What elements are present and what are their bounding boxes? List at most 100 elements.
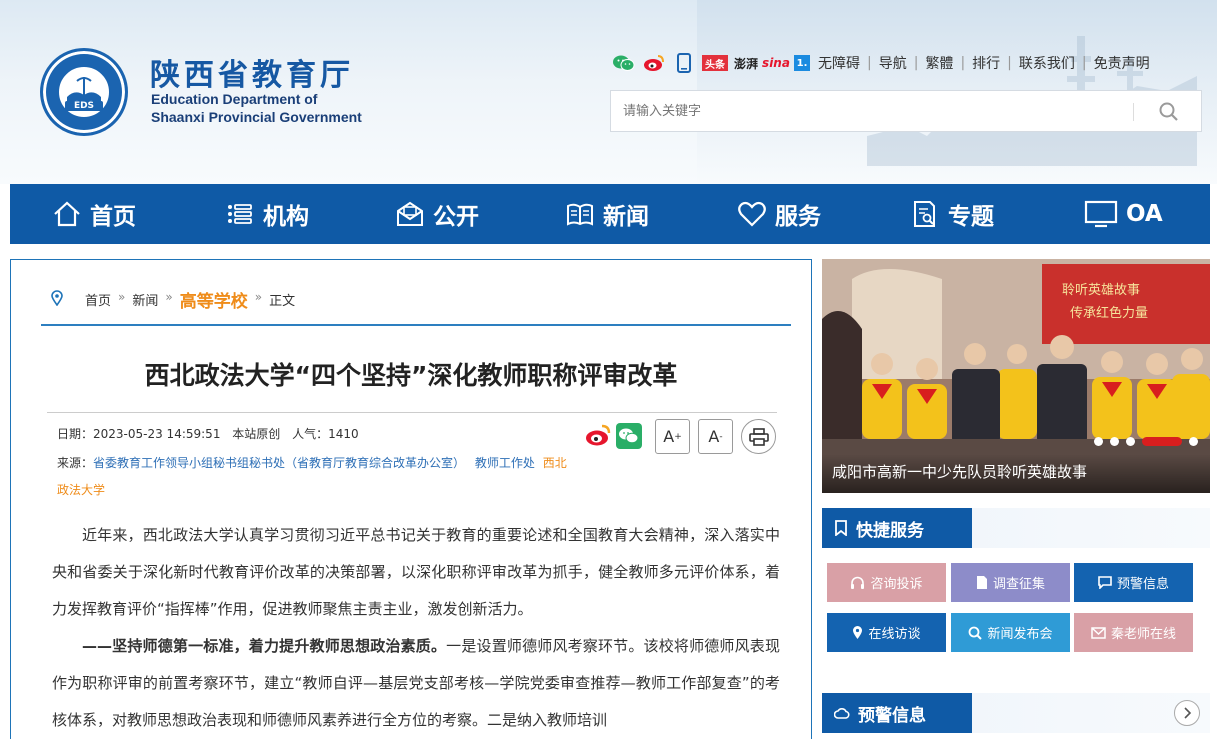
nav-topics[interactable]: 专题 bbox=[910, 184, 994, 244]
search-icon bbox=[1159, 102, 1178, 121]
breadcrumb-section[interactable]: 高等学校 bbox=[180, 287, 248, 312]
social-links: 头条 澎湃 sina 1. 无障碍 | 导航 | 繁體 | 排行 | 联系我们 | 免责声… bbox=[612, 53, 1150, 73]
search-button[interactable] bbox=[1151, 99, 1187, 125]
site-title-en-line1: Education Department of bbox=[151, 91, 318, 107]
site-title-en: Education Department of Shaanxi Provinci… bbox=[151, 90, 362, 126]
quick-consult-button[interactable]: 咨询投诉 bbox=[827, 563, 946, 602]
share-weibo-icon[interactable] bbox=[585, 423, 611, 451]
source-link-1[interactable]: 省委教育工作领导小组秘书组秘书处（省教育厅教育综合改革办公室） bbox=[93, 456, 465, 470]
slider-dot[interactable] bbox=[1110, 437, 1119, 446]
headset-icon bbox=[851, 576, 865, 589]
search-box bbox=[610, 90, 1202, 132]
mail-icon bbox=[1091, 626, 1106, 639]
warning-more-button[interactable] bbox=[1174, 700, 1200, 726]
link-contact[interactable]: 联系我们 bbox=[1019, 53, 1075, 73]
heart-icon bbox=[738, 201, 766, 227]
link-accessibility[interactable]: 无障碍 bbox=[818, 53, 860, 73]
sina-icon[interactable]: sina bbox=[762, 53, 790, 73]
quick-teacher-button[interactable]: 秦老师在线 bbox=[1074, 613, 1193, 652]
thepaper-icon[interactable]: 澎湃 bbox=[734, 53, 758, 73]
search-icon bbox=[969, 626, 983, 640]
mobile-icon[interactable] bbox=[672, 53, 696, 73]
article-paragraph-2-heading: ——坚持师德第一标准，着力提升教师思想政治素质。 bbox=[82, 637, 447, 655]
nav-public[interactable]: 公开 bbox=[395, 184, 479, 244]
search-divider bbox=[1133, 103, 1134, 121]
nav-institutions[interactable]: 机构 bbox=[225, 184, 309, 244]
link-ranking[interactable]: 排行 bbox=[972, 53, 1000, 73]
print-button[interactable] bbox=[741, 419, 776, 454]
document-search-icon bbox=[914, 201, 935, 227]
weibo-icon[interactable] bbox=[642, 53, 666, 73]
wechat-icon[interactable] bbox=[612, 53, 636, 73]
font-smaller-label: A bbox=[708, 427, 720, 446]
font-smaller-button[interactable]: A- bbox=[698, 419, 733, 454]
font-bigger-label: A bbox=[663, 427, 675, 446]
quick-services-tab: 快捷服务 bbox=[822, 508, 972, 548]
monitor-icon bbox=[1084, 200, 1118, 228]
warning-title: 预警信息 bbox=[858, 705, 926, 726]
slider-caption[interactable]: 咸阳市高新一中少先队员聆听英雄故事 bbox=[822, 454, 1210, 493]
slider-banner-line2: 传承红色力量 bbox=[1070, 305, 1148, 321]
slider-dots bbox=[1094, 437, 1198, 446]
site-logo[interactable]: EDS bbox=[40, 48, 128, 136]
main-nav: 首页 机构 公开 新闻 服务 专题 OA bbox=[10, 184, 1210, 244]
breadcrumb-current: 正文 bbox=[269, 294, 296, 309]
nav-news[interactable]: 新闻 bbox=[565, 184, 649, 244]
site-title-cn[interactable]: 陕西省教育厅 bbox=[150, 50, 354, 94]
news-slider[interactable]: 聆听英雄故事 传承红色力量 咸阳市高新一中少先队员聆听英雄故事 bbox=[822, 259, 1210, 493]
location-icon bbox=[853, 626, 863, 639]
link-traditional[interactable]: 繁體 bbox=[925, 53, 953, 73]
printer-icon bbox=[748, 427, 769, 446]
quick-services-title: 快捷服务 bbox=[856, 520, 924, 541]
breadcrumb: 首页 » 新闻 » 高等学校 » 正文 bbox=[41, 290, 791, 326]
nav-services[interactable]: 服务 bbox=[737, 184, 821, 244]
nav-news-label: 新闻 bbox=[603, 204, 649, 230]
nav-home[interactable]: 首页 bbox=[52, 184, 136, 244]
search-input[interactable] bbox=[623, 101, 1123, 121]
yidian-icon[interactable]: 1. bbox=[794, 55, 810, 71]
quick-survey-button[interactable]: 调查征集 bbox=[951, 563, 1070, 602]
link-navigation[interactable]: 导航 bbox=[879, 53, 907, 73]
breadcrumb-news[interactable]: 新闻 bbox=[132, 290, 158, 309]
message-icon bbox=[1098, 576, 1112, 589]
slider-dot[interactable] bbox=[1094, 437, 1103, 446]
nav-oa[interactable]: OA bbox=[1084, 184, 1163, 244]
source-label: 来源： bbox=[57, 456, 94, 470]
quick-consult-label: 咨询投诉 bbox=[870, 577, 923, 592]
article-meta: 日期：2023-05-23 14:59:51 本站原创 人气：1410 来源：省… bbox=[47, 412, 777, 502]
envelope-open-icon bbox=[397, 201, 423, 226]
nav-services-label: 服务 bbox=[775, 204, 821, 230]
nav-topics-label: 专题 bbox=[948, 204, 994, 230]
quick-teacher-label: 秦老师在线 bbox=[1110, 627, 1176, 642]
breadcrumb-home[interactable]: 首页 bbox=[85, 290, 111, 309]
quick-survey-label: 调查征集 bbox=[992, 577, 1045, 592]
slider-banner-line1: 聆听英雄故事 bbox=[1062, 283, 1140, 298]
font-bigger-button[interactable]: A + bbox=[655, 419, 690, 454]
share-wechat-icon[interactable] bbox=[616, 423, 642, 453]
article-paragraph-2: ——坚持师德第一标准，着力提升教师思想政治素质。一是设置师德师风考察环节。该校将… bbox=[52, 628, 780, 739]
article-panel: 首页 » 新闻 » 高等学校 » 正文 西北政法大学“四个坚持”深化教师职称评审… bbox=[10, 259, 812, 739]
source-link-2[interactable]: 教师工作处 bbox=[475, 456, 535, 470]
toutiao-icon[interactable]: 头条 bbox=[702, 55, 728, 71]
source-line: 来源：省委教育工作领导小组秘书组秘书处（省教育厅教育综合改革办公室） 教师工作处… bbox=[57, 450, 577, 504]
slider-dot-active[interactable] bbox=[1142, 437, 1182, 446]
link-disclaimer[interactable]: 免责声明 bbox=[1094, 53, 1150, 73]
quick-press-button[interactable]: 新闻发布会 bbox=[951, 613, 1070, 652]
article-body: 近年来，西北政法大学认真学习贯彻习近平总书记关于教育的重要论述和全国教育大会精神… bbox=[52, 517, 780, 739]
quick-warning-label: 预警信息 bbox=[1116, 577, 1169, 592]
quick-interview-button[interactable]: 在线访谈 bbox=[827, 613, 946, 652]
top-links: 无障碍 | 导航 | 繁體 | 排行 | 联系我们 | 免责声明 bbox=[818, 53, 1150, 73]
site-title-en-line2: Shaanxi Provincial Government bbox=[151, 109, 362, 125]
chevron-right-icon bbox=[1184, 707, 1192, 719]
cloud-icon bbox=[834, 708, 850, 719]
quick-interview-label: 在线访谈 bbox=[868, 627, 921, 642]
quick-warning-button[interactable]: 预警信息 bbox=[1074, 563, 1193, 602]
slider-dot[interactable] bbox=[1126, 437, 1135, 446]
warning-tab: 预警信息 bbox=[822, 693, 972, 733]
article-views: 人气：1410 bbox=[292, 427, 359, 441]
article-title: 西北政法大学“四个坚持”深化教师职称评审改革 bbox=[144, 361, 678, 390]
slider-dot[interactable] bbox=[1189, 437, 1198, 446]
nav-institutions-label: 机构 bbox=[263, 204, 309, 230]
article-paragraph-1: 近年来，西北政法大学认真学习贯彻习近平总书记关于教育的重要论述和全国教育大会精神… bbox=[52, 526, 780, 618]
article-date: 日期：2023-05-23 14:59:51 bbox=[57, 427, 221, 441]
